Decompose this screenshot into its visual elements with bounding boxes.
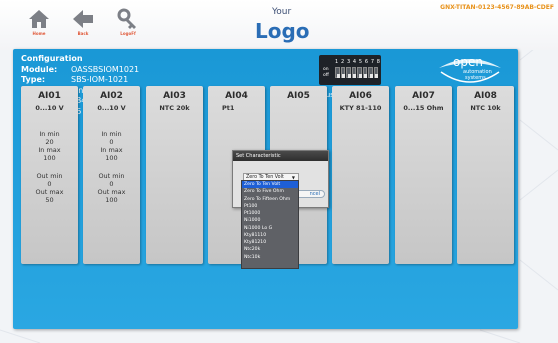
dropdown-option[interactable]: Ni1000: [242, 217, 298, 224]
channel-name: AI07: [412, 91, 435, 101]
dip-switch-6: [362, 67, 367, 78]
channel-range: KTY 81-110: [339, 104, 382, 112]
in-max-value: 100: [43, 154, 56, 162]
in-max-label: In max: [100, 146, 123, 154]
channel-name: AI01: [38, 91, 61, 101]
channel-range: 0...10 V: [97, 104, 126, 112]
dip-switch-5: [357, 67, 362, 78]
out-max-label: Out max: [35, 188, 64, 196]
channel-range: NTC 10k: [470, 104, 501, 112]
dropdown-option[interactable]: Zero To Fifteen Ohm: [242, 196, 298, 203]
channel-name: AI06: [349, 91, 372, 101]
back-label: Back: [77, 31, 89, 36]
device-id: GNX-TITAN-0123-4567-89AB-CDEF: [440, 4, 554, 11]
dip-switch-4: [351, 67, 356, 78]
dip-switch-8: [373, 67, 378, 78]
channel-card-ai06[interactable]: AI06 KTY 81-110: [332, 86, 389, 264]
config-key: Module:: [21, 64, 58, 74]
open-automation-systems-logo: open automation systems: [439, 55, 501, 83]
dropdown-option[interactable]: Zero To Ten Volt: [242, 181, 298, 189]
dip-switch-2: [340, 67, 345, 78]
dropdown-option[interactable]: Ntc20k: [242, 246, 298, 253]
out-min-label: Out min: [36, 172, 63, 180]
out-max-value: 100: [105, 196, 118, 204]
config-value: SBS-IOM-1021: [71, 75, 129, 84]
header-bar: Home Back LogoFf Your Logo GNX-TITAN-012…: [0, 0, 558, 50]
config-title: Configuration: [21, 54, 83, 63]
in-min-label: In min: [39, 130, 60, 138]
dip-switch-1: [335, 67, 340, 78]
in-min-label: In min: [101, 130, 122, 138]
dip-switch: 1 2 3 4 5 6 7 8 on off: [319, 55, 381, 85]
config-value: OASSBSIOM1021: [71, 64, 140, 74]
oas-logo-big: open: [453, 55, 483, 69]
channel-name: AI05: [287, 91, 310, 101]
out-max-value: 50: [45, 196, 54, 204]
dropdown-option[interactable]: Kty81110: [242, 232, 298, 239]
out-max-label: Out max: [97, 188, 126, 196]
channel-range: Pt1: [222, 104, 235, 112]
dropdown-option[interactable]: Pt1000: [242, 210, 298, 217]
dip-on-label: on: [323, 67, 329, 72]
home-label: Home: [32, 31, 46, 36]
logo-your: Your: [272, 7, 292, 17]
channel-name: AI03: [163, 91, 186, 101]
channel-range: 0...15 Ohm: [403, 104, 444, 112]
dropdown-option[interactable]: Pt100: [242, 203, 298, 210]
out-min-label: Out min: [98, 172, 125, 180]
config-row-module: Module: OASSBSIOM1021: [21, 65, 139, 76]
in-max-value: 100: [105, 154, 118, 162]
dip-switch-numbers: 1 2 3 4 5 6 7 8: [335, 59, 381, 65]
dip-switch-3: [346, 67, 351, 78]
channel-name: AI04: [225, 91, 248, 101]
in-max-label: In max: [38, 146, 61, 154]
channel-name: AI02: [100, 91, 123, 101]
channel-range: 0...10 V: [35, 104, 64, 112]
back-button[interactable]: Back: [65, 8, 101, 48]
characteristic-dropdown-list: Zero To Ten Volt Zero To Five Ohm Zero T…: [241, 180, 299, 269]
in-min-value: 20: [45, 138, 54, 146]
dropdown-option[interactable]: Kty81210: [242, 239, 298, 246]
dropdown-option[interactable]: Ni1000 Lo G: [242, 225, 298, 232]
home-icon: [29, 10, 49, 28]
channel-name: AI08: [474, 91, 497, 101]
logo-main: Logo: [255, 19, 310, 43]
channel-card-ai02[interactable]: AI02 0...10 V In min 0 In max 100 Out mi…: [83, 86, 140, 264]
channel-card-ai01[interactable]: AI01 0...10 V In min 20 In max 100 Out m…: [21, 86, 78, 264]
key-icon: [117, 8, 136, 29]
logoff-label: LogoFf: [120, 31, 136, 36]
home-button[interactable]: Home: [21, 8, 57, 48]
dialog-title: Set Characteristic: [233, 151, 328, 161]
in-min-value: 0: [109, 138, 114, 146]
out-min-value: 0: [109, 180, 114, 188]
logoff-button[interactable]: LogoFf: [110, 8, 146, 48]
oas-logo-small-2: systems: [465, 75, 486, 81]
dip-off-label: off: [323, 73, 329, 78]
channel-card-ai03[interactable]: AI03 NTC 20k: [146, 86, 203, 264]
dropdown-option[interactable]: Zero To Five Ohm: [242, 188, 298, 195]
out-min-value: 0: [47, 180, 52, 188]
config-key: Type:: [21, 75, 46, 84]
dip-switch-7: [368, 67, 373, 78]
dropdown-option[interactable]: Ntc10k: [242, 254, 298, 261]
back-arrow-icon: [73, 10, 93, 28]
channel-range: NTC 20k: [159, 104, 190, 112]
channel-card-ai08[interactable]: AI08 NTC 10k: [457, 86, 514, 264]
dip-switches: [335, 67, 378, 78]
channel-card-ai07[interactable]: AI07 0...15 Ohm: [395, 86, 452, 264]
config-row-type: Type: SBS-IOM-1021: [21, 75, 139, 86]
